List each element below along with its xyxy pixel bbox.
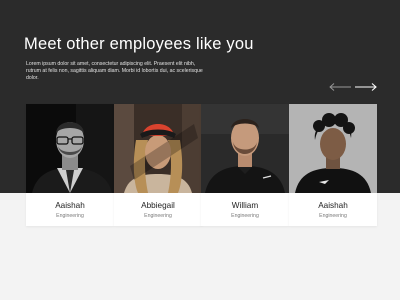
employee-info: Aaishah Engineering: [26, 193, 114, 226]
employee-card[interactable]: Aaishah Engineering: [26, 104, 114, 226]
employee-role: Engineering: [56, 213, 84, 219]
next-button[interactable]: [354, 81, 378, 93]
previous-button[interactable]: [328, 81, 352, 93]
employee-name: William: [231, 201, 259, 210]
employee-role: Engineering: [144, 213, 172, 219]
employee-photo: [201, 104, 289, 193]
employee-card[interactable]: William Engineering: [201, 104, 289, 226]
employee-card[interactable]: Abbiegail Engineering: [114, 104, 202, 226]
employee-info: Aaishah Engineering: [289, 193, 377, 226]
employee-photo: [289, 104, 377, 193]
employee-photo: [26, 104, 114, 193]
employee-role: Engineering: [231, 213, 259, 219]
arrow-left-icon: [329, 83, 351, 91]
employee-name: Aaishah: [55, 201, 85, 210]
employee-card[interactable]: Aaishah Engineering: [289, 104, 377, 226]
section-description: Lorem ipsum dolor sit amet, consectetur …: [26, 61, 203, 81]
employee-info: Abbiegail Engineering: [114, 193, 202, 226]
employee-role: Engineering: [319, 213, 347, 219]
page-title: Meet other employees like you: [24, 35, 254, 53]
employee-info: William Engineering: [201, 193, 289, 226]
employee-name: Aaishah: [318, 201, 348, 210]
employee-photo: [114, 104, 202, 193]
arrow-right-icon: [355, 83, 377, 91]
employee-name: Abbiegail: [141, 201, 175, 210]
